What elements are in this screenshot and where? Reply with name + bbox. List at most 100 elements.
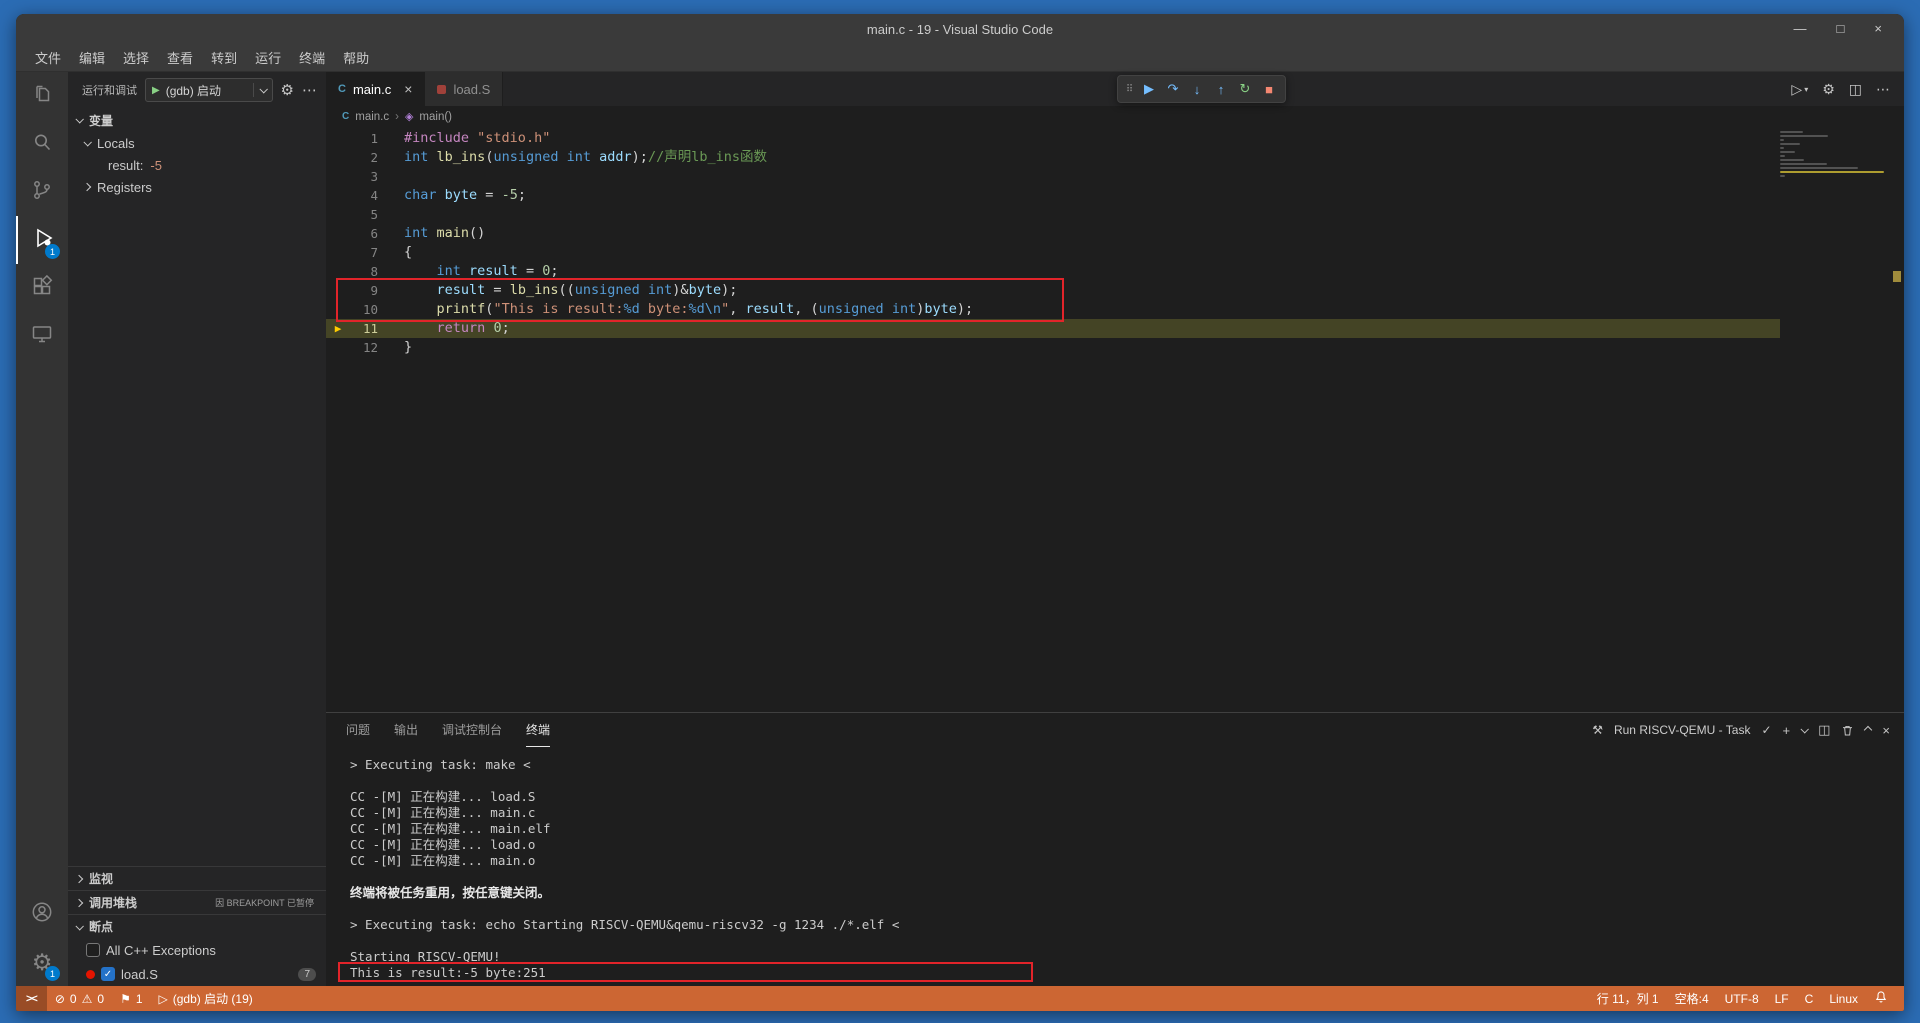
step-over-button[interactable]: ↷	[1162, 78, 1184, 100]
indentation-status[interactable]: 空格:4	[1667, 986, 1717, 1011]
registers-group[interactable]: Registers	[68, 176, 326, 198]
step-out-button[interactable]: ↑	[1210, 78, 1232, 100]
activity-search[interactable]	[16, 120, 68, 168]
launch-config-dropdown[interactable]: ▶ (gdb) 启动	[145, 78, 273, 102]
breadcrumb-file[interactable]: main.c	[355, 111, 389, 123]
step-into-button[interactable]: ↓	[1186, 78, 1208, 100]
flag-status[interactable]: ⚑ 1	[112, 986, 150, 1011]
breakpoint-dot-icon	[86, 969, 95, 979]
activity-source-control[interactable]	[16, 168, 68, 216]
kill-terminal-button[interactable]	[1841, 724, 1854, 737]
tab-main-c[interactable]: C main.c ×	[326, 72, 426, 106]
language-mode[interactable]: C	[1797, 986, 1822, 1011]
code-line[interactable]: 5	[326, 205, 1904, 224]
variable-name: result:	[108, 157, 144, 173]
code-lines[interactable]: 1 #include "stdio.h" 2 int lb_ins(unsigned …	[326, 127, 1904, 712]
more-actions-icon[interactable]: ⋯	[1876, 81, 1890, 98]
code-line[interactable]: 6 int main()	[326, 224, 1904, 243]
terminal-dropdown-chevron[interactable]	[1800, 725, 1810, 734]
bottom-panel: 问题 输出 调试控制台 终端 ⚒ Run RISCV-QEMU - Task ✓…	[326, 712, 1904, 986]
eol-status[interactable]: LF	[1767, 986, 1797, 1011]
panel-tab-terminal[interactable]: 终端	[526, 713, 551, 747]
activity-settings[interactable]: ⚙ 1	[16, 938, 68, 986]
start-debugging-icon[interactable]: ▶	[152, 85, 160, 96]
line-number[interactable]: 1	[350, 129, 378, 148]
problems-status[interactable]: ⊘ 0 ⚠ 0	[47, 986, 112, 1011]
tab-label: load.S	[453, 81, 491, 97]
variable-result[interactable]: result: -5	[68, 154, 326, 176]
split-editor-icon[interactable]: ◫	[1849, 81, 1862, 98]
checkbox-checked[interactable]: ✓	[101, 967, 115, 981]
breakpoint-load-s[interactable]: ✓ load.S 7	[68, 962, 326, 986]
checkbox-unchecked[interactable]	[86, 943, 100, 957]
close-icon[interactable]: ×	[404, 81, 412, 97]
variables-section-header[interactable]: 变量	[68, 108, 326, 132]
continue-button[interactable]: ▶	[1138, 78, 1160, 100]
drag-handle-icon[interactable]: ⠿	[1123, 78, 1136, 100]
menu-item[interactable]: 查看	[158, 44, 202, 71]
notifications-bell[interactable]	[1866, 986, 1896, 1011]
minimize-button[interactable]: —	[1794, 14, 1807, 44]
encoding-status[interactable]: UTF-8	[1717, 986, 1767, 1011]
debug-status[interactable]: ▷ (gdb) 启动 (19)	[151, 986, 261, 1011]
activity-run-debug[interactable]: 1	[16, 216, 68, 264]
restart-button[interactable]: ↻	[1234, 78, 1256, 100]
menu-item[interactable]: 文件	[26, 44, 70, 71]
menu-item[interactable]: 选择	[114, 44, 158, 71]
code-line[interactable]: 7{	[326, 243, 1904, 262]
breakpoints-section-header[interactable]: 断点	[68, 914, 326, 938]
line-number[interactable]: 4	[350, 186, 378, 205]
terminal-output[interactable]: > Executing task: make < CC -[M] 正在构建... …	[326, 747, 1904, 986]
minimap[interactable]	[1780, 131, 1890, 179]
line-number[interactable]: 2	[350, 148, 378, 167]
maximize-panel-button[interactable]	[1864, 725, 1873, 735]
locals-group[interactable]: Locals	[68, 132, 326, 154]
menu-item[interactable]: 运行	[246, 44, 290, 71]
settings-gear-icon[interactable]: ⚙	[1822, 81, 1835, 98]
stop-button[interactable]: ■	[1258, 78, 1280, 100]
maximize-button[interactable]: □	[1837, 14, 1845, 44]
panel-tab-debug-console[interactable]: 调试控制台	[442, 713, 502, 747]
code-text: int lb_ins(unsigned int addr);//声明lb_ins…	[404, 149, 767, 165]
split-terminal-button[interactable]: ◫	[1818, 722, 1830, 738]
os-indicator[interactable]: Linux	[1821, 986, 1866, 1011]
close-panel-button[interactable]: ×	[1882, 723, 1890, 738]
close-button[interactable]: ×	[1874, 14, 1882, 44]
panel-tab-output[interactable]: 输出	[394, 713, 418, 747]
code-line[interactable]: 4 char byte = -5;	[326, 186, 1904, 205]
panel-tab-problems[interactable]: 问题	[346, 713, 370, 747]
debug-sessions-badge: 1	[45, 244, 60, 259]
activity-explorer[interactable]	[16, 72, 68, 120]
code-line[interactable]: 3	[326, 167, 1904, 186]
activity-extensions[interactable]	[16, 264, 68, 312]
tab-load-s[interactable]: load.S	[425, 72, 504, 106]
line-number[interactable]: 3	[350, 167, 378, 186]
code-line[interactable]: 12}	[326, 338, 1904, 357]
editor[interactable]: 1 #include "stdio.h" 2 int lb_ins(unsigned …	[326, 127, 1904, 712]
breadcrumb-symbol[interactable]: main()	[419, 111, 452, 123]
menu-item[interactable]: 终端	[290, 44, 334, 71]
breadcrumb[interactable]: C main.c › ◈ main()	[326, 106, 1904, 127]
line-number[interactable]: 12	[350, 338, 378, 357]
line-number[interactable]: 5	[350, 205, 378, 224]
debug-gear-icon[interactable]: ⚙	[281, 81, 294, 99]
remote-indicator[interactable]: ><	[16, 986, 47, 1011]
activity-account[interactable]	[16, 890, 68, 938]
menu-item[interactable]: 转到	[202, 44, 246, 71]
activity-remote-explorer[interactable]	[16, 312, 68, 360]
code-line[interactable]: 1 #include "stdio.h"	[326, 129, 1904, 148]
watch-section-header[interactable]: 监视	[68, 866, 326, 890]
new-terminal-button[interactable]: +	[1783, 723, 1791, 738]
breakpoint-all-cpp-exceptions[interactable]: All C++ Exceptions	[68, 938, 326, 962]
code-line[interactable]: 2 int lb_ins(unsigned int addr);//声明lb_in…	[326, 148, 1904, 167]
cursor-position[interactable]: 行 11，列 1	[1589, 986, 1667, 1011]
run-file-button[interactable]: ▷ ▾	[1791, 81, 1808, 98]
terminal-task-label[interactable]: Run RISCV-QEMU - Task	[1614, 723, 1750, 737]
menu-item[interactable]: 编辑	[70, 44, 114, 71]
more-actions-icon[interactable]: ⋯	[302, 81, 318, 99]
debug-toolbar: ⠿ ▶ ↷ ↓ ↑ ↻ ■	[1117, 75, 1286, 103]
line-number[interactable]: 6	[350, 224, 378, 243]
menu-item[interactable]: 帮助	[334, 44, 378, 71]
callstack-section-header[interactable]: 调用堆栈 因 BREAKPOINT 已暂停	[68, 890, 326, 914]
line-number[interactable]: 7	[350, 243, 378, 262]
